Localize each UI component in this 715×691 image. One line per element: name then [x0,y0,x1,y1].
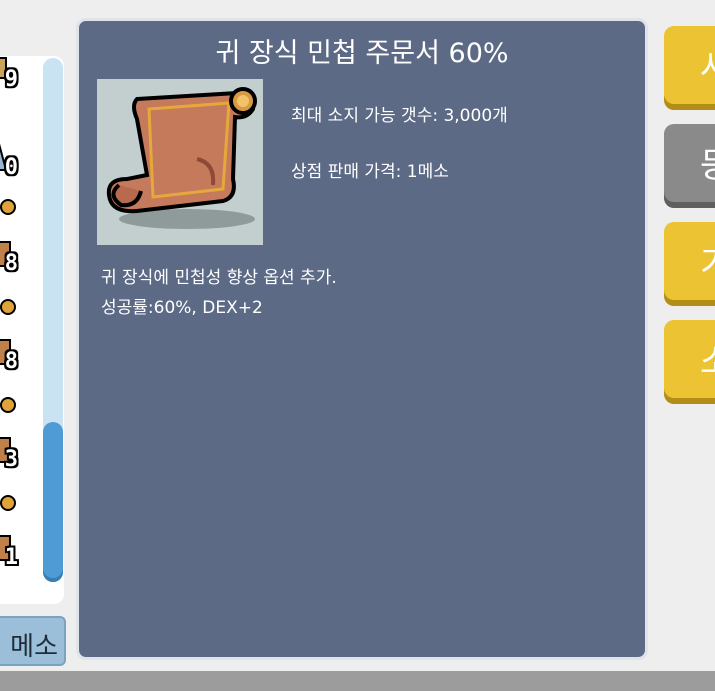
item-description: 귀 장식에 민첩성 향상 옵션 추가. [101,268,337,288]
item-tip-decorations [0,199,16,511]
shop-sell-price: 상점 판매 가격: 1메소 [291,162,449,182]
action-button-3[interactable]: 기 [664,222,715,300]
item-name: 귀 장식 민첩 주문서 60% [215,38,509,69]
action-button-label: 등 [700,138,715,187]
action-button-2[interactable]: 등 [664,124,715,202]
meso-label: 메소 [10,632,58,662]
item-stats: 성공률:60%, DEX+2 [101,298,263,318]
item-tooltip: 귀 장식 민첩 주문서 60% 최대 소지 가능 갯수: 3,000개 상점 판… [76,18,648,660]
bottom-bar [0,671,715,691]
item-icon-frame [97,79,263,245]
inventory-scrollbar-thumb[interactable] [43,422,63,582]
action-button-label: 소 [700,334,715,383]
inventory-slot[interactable]: 9 [0,52,18,92]
inventory-slot[interactable]: 1 [0,530,18,570]
action-button-label: 사 [700,40,715,89]
meso-display: 메소 [0,616,66,666]
item-count: 0 [4,155,18,180]
max-hold-count: 최대 소지 가능 갯수: 3,000개 [291,106,508,126]
action-button-1[interactable]: 사 [664,26,715,104]
scroll-icon [106,87,257,229]
action-button-label: 기 [700,236,715,285]
action-button-4[interactable]: 소 [664,320,715,398]
item-count: 1 [4,545,18,570]
inventory-slot[interactable]: 0 [0,140,18,180]
item-count: 9 [4,67,18,92]
